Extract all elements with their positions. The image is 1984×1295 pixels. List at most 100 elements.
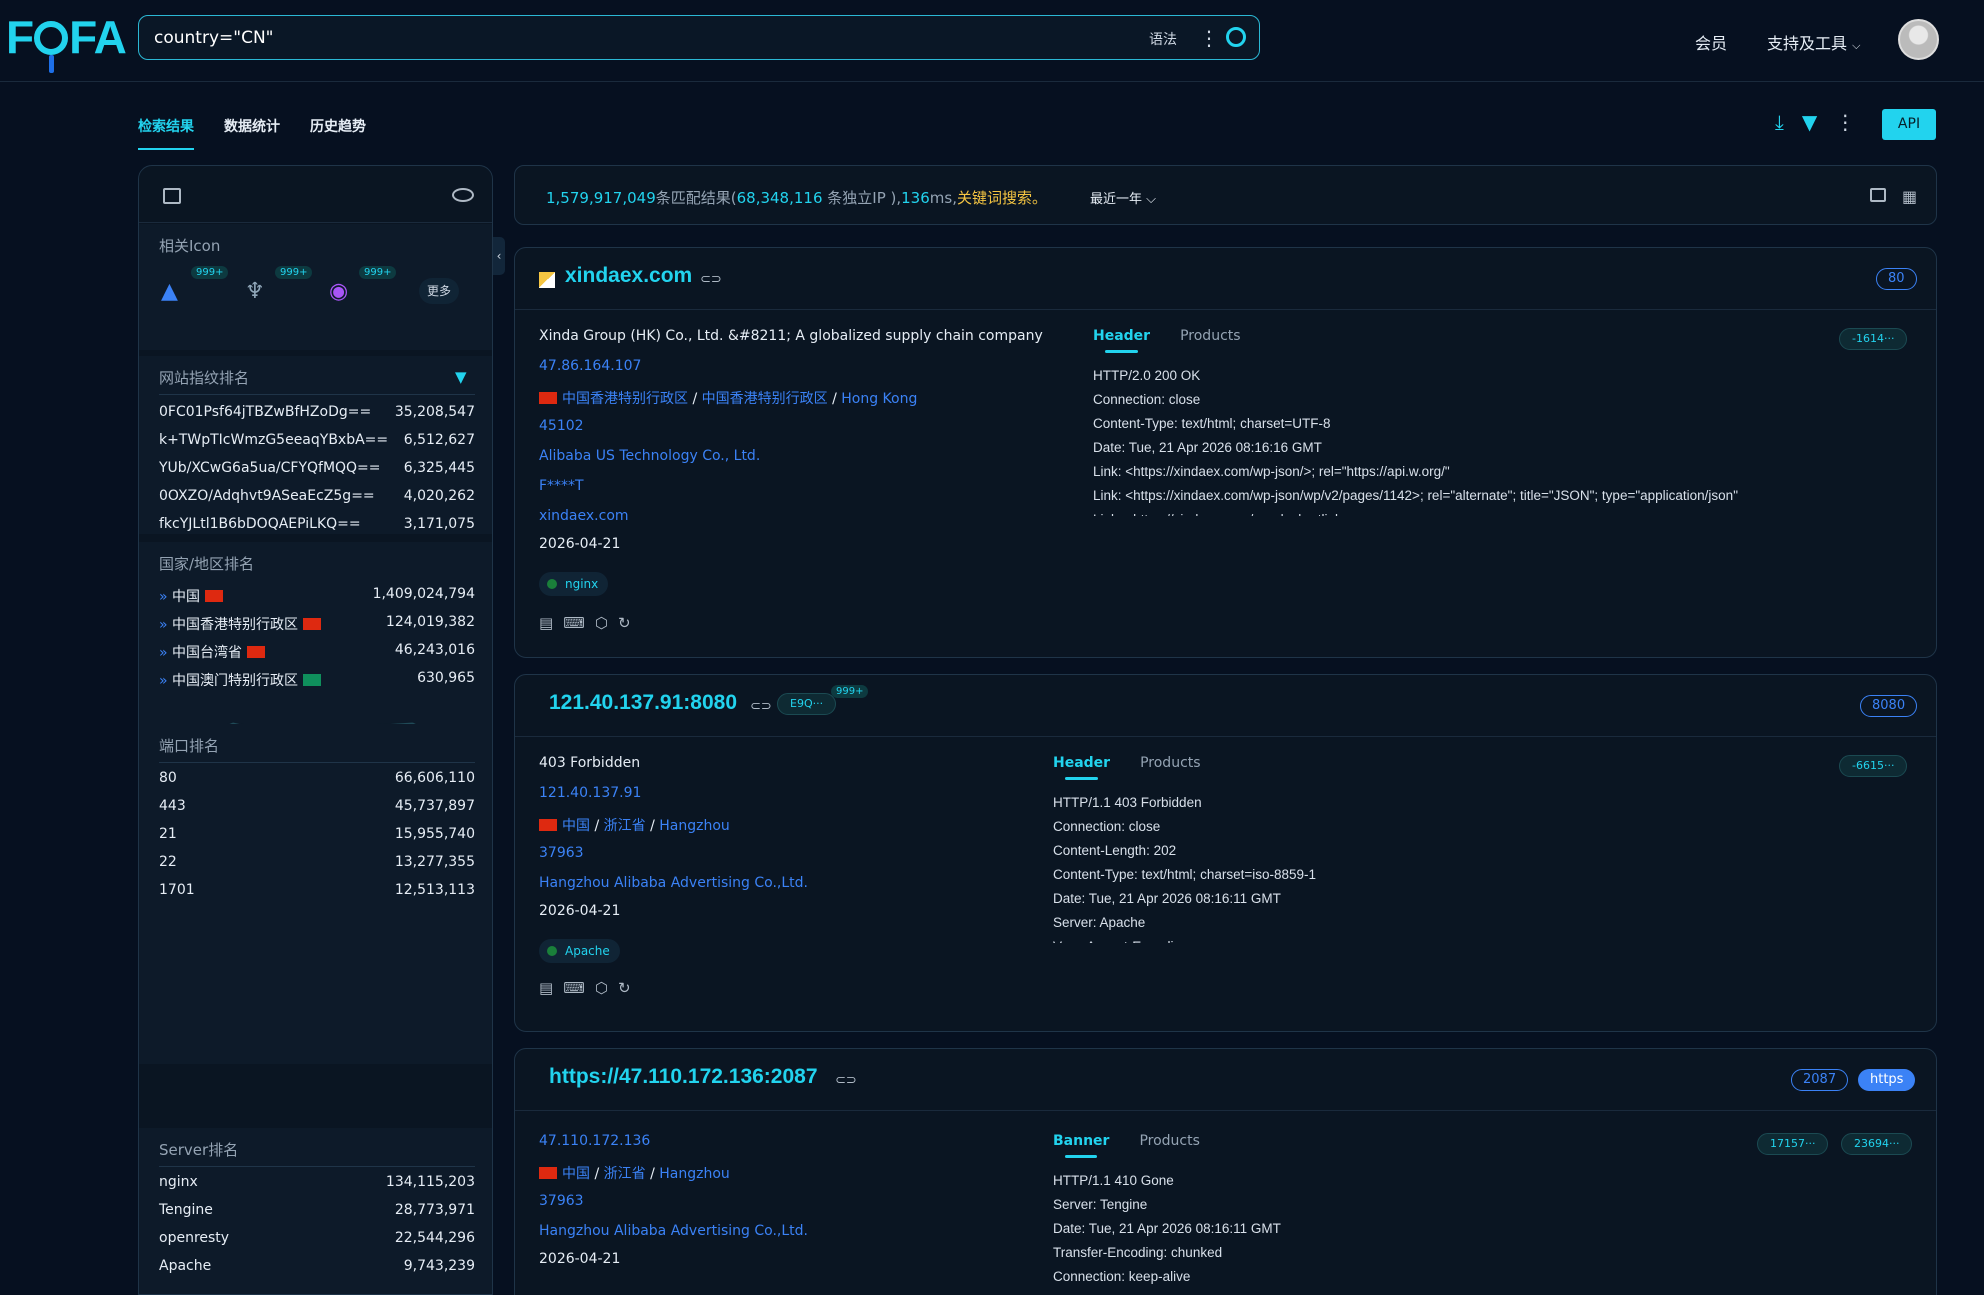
tab-results[interactable]: 检索结果 — [138, 116, 194, 150]
tab-products[interactable]: Products — [1180, 328, 1240, 344]
code-icon[interactable]: ⌨ — [563, 614, 585, 632]
port-item[interactable]: 80 66,606,110 — [159, 770, 475, 786]
country-item[interactable]: » 中国台湾省 46,243,016 — [159, 642, 475, 662]
grid-view-icon[interactable]: ▦ — [1902, 187, 1917, 206]
report-icon[interactable]: ▤ — [539, 979, 553, 997]
result-host-link[interactable]: 121.40.137.91:8080 — [549, 691, 737, 715]
sidebar-collapse-button[interactable]: ‹ — [493, 237, 505, 275]
fingerprint-item[interactable]: 0FC01Psf64jTBZwBfHZoDg== 35,208,547 — [159, 404, 475, 420]
tab-history[interactable]: 历史趋势 — [310, 116, 366, 150]
port-item[interactable]: 443 45,737,897 — [159, 798, 475, 814]
icon-hash-chip[interactable]: E9Q··· — [777, 693, 837, 715]
ip-link[interactable]: 47.86.164.107 — [539, 358, 641, 374]
ip-link[interactable]: 121.40.137.91 — [539, 785, 641, 801]
expand-icon: » — [159, 673, 168, 689]
nav-tools[interactable]: 支持及工具 ⌵ — [1767, 30, 1860, 54]
result-host-link[interactable]: https://47.110.172.136:2087 — [549, 1065, 818, 1089]
refresh-icon[interactable]: ↻ — [618, 979, 631, 997]
tab-products[interactable]: Products — [1140, 755, 1200, 771]
server-item[interactable]: Apache 9,743,239 — [159, 1258, 475, 1274]
fingerprint-item[interactable]: k+TWpTIcWmzG5eeaqYBxbA== 6,512,627 — [159, 432, 475, 448]
tab-products[interactable]: Products — [1139, 1133, 1199, 1149]
port-badge[interactable]: 2087 — [1791, 1069, 1849, 1091]
port-item[interactable]: 21 15,955,740 — [159, 826, 475, 842]
fingerprint-section: 网站指纹排名 ▼ 0FC01Psf64jTBZwBfHZoDg== 35,208,… — [139, 356, 492, 534]
api-button[interactable]: API — [1882, 109, 1936, 140]
org-link[interactable]: Alibaba US Technology Co., Ltd. — [539, 448, 760, 464]
report-icon[interactable]: ▤ — [539, 614, 553, 632]
nav-member[interactable]: 会员 — [1695, 30, 1727, 54]
link-icon[interactable]: ⊂⊃ — [700, 272, 722, 287]
chevron-down-icon: ⌵ — [1852, 39, 1861, 52]
more-icons-button[interactable]: 更多 — [419, 278, 459, 304]
product-tag[interactable]: Apache — [539, 939, 620, 963]
result-title: 403 Forbidden — [539, 755, 641, 771]
product-tag[interactable]: nginx — [539, 572, 609, 596]
flag-cn-icon — [539, 1167, 557, 1179]
filter-icon[interactable]: ▼ — [1802, 110, 1817, 134]
asn-link[interactable]: 37963 — [539, 1193, 584, 1209]
filter-icon[interactable]: ▼ — [455, 368, 467, 386]
hash-badge[interactable]: -6615··· — [1839, 755, 1908, 777]
fofa-logo[interactable]: F FA — [6, 10, 127, 73]
country-item[interactable]: » 中国香港特别行政区 124,019,382 — [159, 614, 475, 634]
ip-link[interactable]: 47.110.172.136 — [539, 1133, 650, 1149]
server-item[interactable]: nginx 134,115,203 — [159, 1174, 475, 1190]
org-link[interactable]: Hangzhou Alibaba Advertising Co.,Ltd. — [539, 875, 808, 891]
tab-header[interactable]: Header — [1093, 328, 1150, 353]
more-vertical-icon[interactable]: ⋮ — [1835, 110, 1855, 134]
app-icon-antenna[interactable]: ♆ — [245, 279, 277, 311]
select-all-icon[interactable] — [1870, 188, 1886, 202]
country-item[interactable]: » 中国 1,409,024,794 — [159, 586, 475, 606]
fingerprint-item[interactable]: fkcYJLtl1B6bDOQAEPiLKQ== 3,171,075 — [159, 516, 475, 532]
port-badge[interactable]: 80 — [1876, 268, 1917, 290]
tab-header[interactable]: Header — [1053, 755, 1110, 780]
hash-badge[interactable]: 17157··· — [1757, 1133, 1829, 1155]
app-icon-a[interactable]: ▲ — [161, 279, 193, 311]
download-icon[interactable]: ⤓ — [1775, 110, 1784, 134]
asn-link[interactable]: 37963 — [539, 845, 584, 861]
server-item[interactable]: openresty 22,544,296 — [159, 1230, 475, 1246]
tab-banner[interactable]: Banner — [1053, 1133, 1109, 1158]
country-item[interactable]: » 中国澳门特别行政区 630,965 — [159, 670, 475, 690]
cert-link[interactable]: F****T — [539, 478, 584, 494]
search-input[interactable]: country="CN" — [154, 28, 273, 48]
asn-link[interactable]: 45102 — [539, 418, 584, 434]
time-range-dropdown[interactable]: 最近一年 ⌵ — [1090, 188, 1156, 207]
syntax-link[interactable]: 语法 — [1149, 29, 1177, 49]
port-section-title: 端口排名 — [159, 737, 220, 755]
code-icon[interactable]: ⌨ — [563, 979, 585, 997]
search-box[interactable]: country="CN" 语法 ⋮ — [138, 15, 1260, 60]
domain-link[interactable]: xindaex.com — [539, 508, 629, 524]
search-icon[interactable] — [1226, 27, 1246, 47]
checklist-icon[interactable] — [163, 188, 181, 204]
keyword-search-link[interactable]: 关键词搜索。 — [957, 189, 1047, 207]
fingerprint-item[interactable]: YUb/XCwG6a5ua/CFYQfMQQ== 6,325,445 — [159, 460, 475, 476]
port-section: 端口排名 80 66,606,110 443 45,737,897 21 15,955… — [139, 724, 492, 908]
eye-icon[interactable] — [452, 188, 474, 202]
location[interactable]: 中国 / 浙江省 / Hangzhou — [539, 815, 730, 835]
hash-badge[interactable]: 23694··· — [1841, 1133, 1913, 1155]
location[interactable]: 中国香港特别行政区 / 中国香港特别行政区 / Hong Kong — [539, 388, 917, 408]
toolbar-right: ⤓ ▼ ⋮ — [1775, 110, 1855, 134]
link-icon[interactable]: ⊂⊃ — [835, 1073, 857, 1088]
server-item[interactable]: Tengine 28,773,971 — [159, 1202, 475, 1218]
port-badge[interactable]: 8080 — [1860, 695, 1918, 717]
refresh-icon[interactable]: ↻ — [618, 614, 631, 632]
cube-icon[interactable]: ⬡ — [595, 979, 608, 997]
protocol-badge[interactable]: https — [1858, 1069, 1916, 1091]
result-card: 121.40.137.91:8080 ⊂⊃ E9Q··· 999+ 8080 4… — [514, 674, 1937, 1032]
result-host-link[interactable]: xindaex.com — [565, 264, 692, 288]
app-icon-circle[interactable]: ◉ — [329, 279, 361, 311]
fingerprint-item[interactable]: 0OXZO/Adqhvt9ASeaEcZ5g== 4,020,262 — [159, 488, 475, 504]
port-item[interactable]: 1701 12,513,113 — [159, 882, 475, 898]
hash-badge[interactable]: -1614··· — [1839, 328, 1908, 350]
avatar[interactable] — [1898, 19, 1939, 60]
more-options-icon[interactable]: ⋮ — [1199, 26, 1219, 50]
tab-stats[interactable]: 数据统计 — [224, 116, 280, 150]
org-link[interactable]: Hangzhou Alibaba Advertising Co.,Ltd. — [539, 1223, 808, 1239]
location[interactable]: 中国 / 浙江省 / Hangzhou — [539, 1163, 730, 1183]
link-icon[interactable]: ⊂⊃ — [750, 699, 772, 714]
port-item[interactable]: 22 13,277,355 — [159, 854, 475, 870]
cube-icon[interactable]: ⬡ — [595, 614, 608, 632]
